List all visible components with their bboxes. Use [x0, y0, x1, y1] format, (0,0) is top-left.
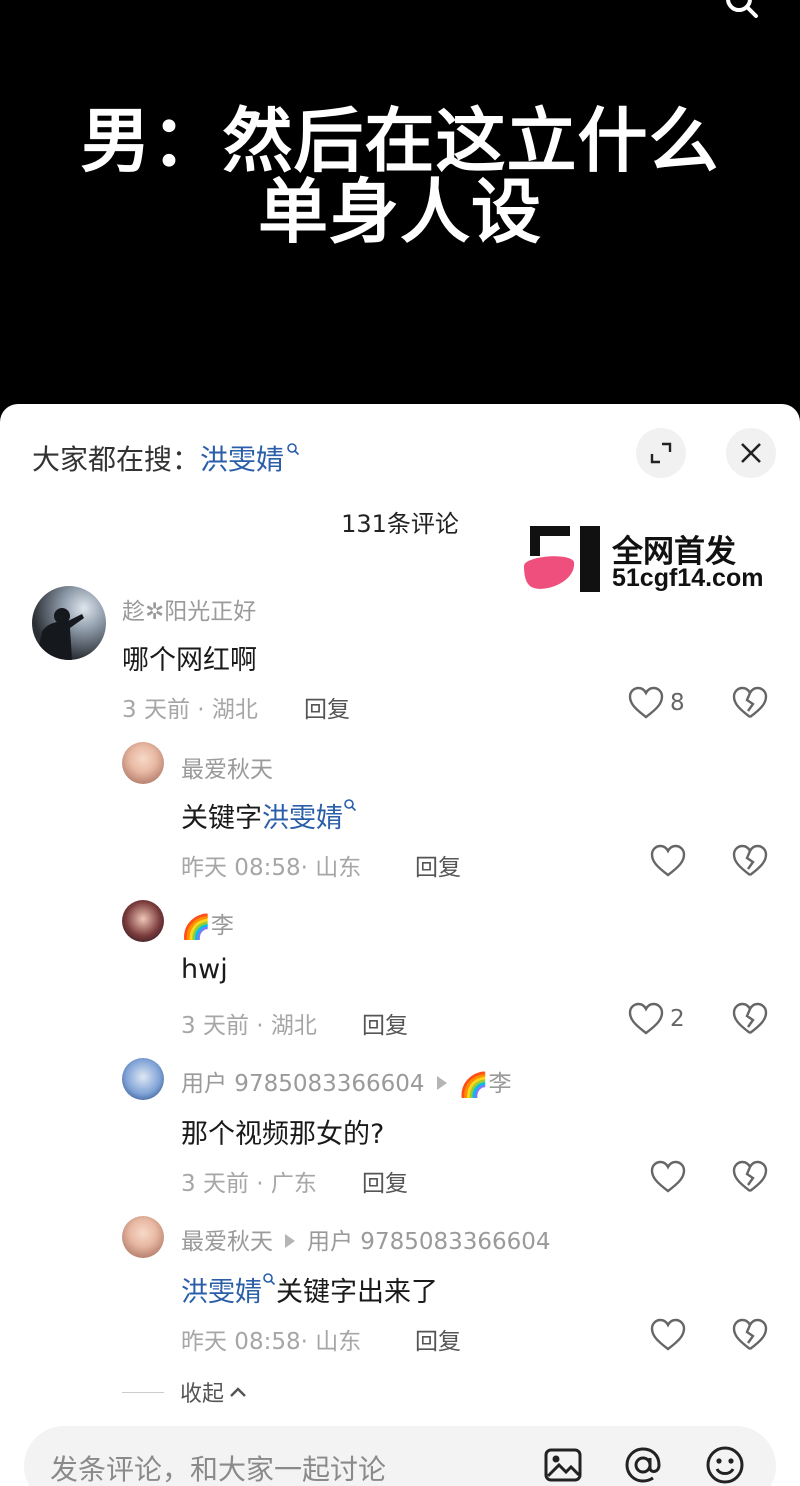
- close-button[interactable]: [726, 428, 776, 478]
- reply-to-name: 用户 9785083366604: [307, 1229, 551, 1255]
- comment-author-emoji: 🌈: [181, 912, 211, 941]
- video-caption-line1: 男：然后在这立什么: [80, 100, 720, 182]
- trending-search-keyword[interactable]: 洪雯婧: [200, 443, 284, 476]
- heart-icon: [628, 686, 664, 719]
- search-icon: [287, 443, 300, 456]
- comments-sheet: 大家都在搜：洪雯婧 131条评论 全网首发 51cgf14.com 趁✲阳光正好…: [0, 404, 800, 1486]
- at-icon[interactable]: [622, 1444, 664, 1486]
- comment-author[interactable]: 🌈李: [181, 906, 234, 941]
- like-button[interactable]: 8: [628, 686, 685, 720]
- trending-search[interactable]: 大家都在搜：洪雯婧: [32, 438, 300, 478]
- emoji-icon[interactable]: [704, 1444, 746, 1486]
- broken-heart-icon[interactable]: [732, 1160, 768, 1194]
- expand-icon: [650, 442, 672, 464]
- comment-text: 关键字洪雯婧: [181, 796, 357, 835]
- comment-author[interactable]: 最爱秋天 用户 9785083366604: [181, 1222, 551, 1256]
- comment-author[interactable]: 最爱秋天: [181, 750, 273, 784]
- comment-keyword[interactable]: 洪雯婧: [181, 1277, 262, 1308]
- comment-input-bar[interactable]: 发条评论，和大家一起讨论: [24, 1426, 776, 1486]
- comment-input[interactable]: 发条评论，和大家一起讨论: [50, 1448, 386, 1486]
- comment-text-prefix: 关键字: [181, 803, 262, 834]
- avatar[interactable]: [122, 900, 164, 942]
- comment-text-suffix: 关键字出来了: [276, 1277, 438, 1308]
- comment-meta: 3 天前 · 湖北: [122, 697, 258, 723]
- like-count: 2: [670, 1006, 685, 1032]
- reply-arrow-icon: [285, 1234, 295, 1248]
- like-button[interactable]: 2: [628, 1002, 685, 1036]
- broken-heart-icon[interactable]: [732, 1318, 768, 1352]
- avatar[interactable]: [122, 742, 164, 784]
- comment-text: 哪个网红啊: [122, 645, 257, 676]
- search-icon[interactable]: [722, 0, 762, 22]
- comment-meta: 昨天 08:58· 山东: [181, 1329, 362, 1355]
- comment-text: 洪雯婧 关键字出来了: [181, 1270, 438, 1309]
- video-caption-line2: 单身人设: [258, 171, 542, 253]
- comment-meta: 3 天前 · 广东: [181, 1171, 317, 1197]
- broken-heart-icon[interactable]: [732, 1002, 768, 1036]
- avatar[interactable]: [122, 1058, 164, 1100]
- reply-arrow-icon: [436, 1076, 447, 1090]
- expand-button[interactable]: [636, 428, 686, 478]
- divider: [122, 1391, 164, 1393]
- reply-button[interactable]: 回复: [415, 848, 461, 882]
- close-icon: [741, 443, 761, 463]
- reply-to-emoji: 🌈: [458, 1070, 489, 1099]
- trending-search-prefix: 大家都在搜：: [32, 443, 201, 476]
- chevron-up-icon: [230, 1387, 246, 1397]
- comment-meta: 3 天前 · 湖北: [181, 1013, 317, 1039]
- comment-keyword[interactable]: 洪雯婧: [262, 803, 343, 834]
- heart-icon[interactable]: [650, 844, 686, 878]
- comment-author[interactable]: 趁✲阳光正好: [122, 592, 256, 626]
- reply-button[interactable]: 回复: [362, 1164, 408, 1198]
- comment-meta: 昨天 08:58· 山东: [181, 855, 362, 881]
- comment-text: 那个视频那女的?: [181, 1119, 385, 1150]
- comment-text: hwj: [181, 954, 228, 985]
- search-icon: [263, 1273, 276, 1286]
- reply-button[interactable]: 回复: [304, 690, 350, 724]
- reply-to-name: 李: [488, 1071, 512, 1097]
- heart-icon[interactable]: [650, 1318, 686, 1352]
- comment-author[interactable]: 用户 9785083366604 🌈李: [181, 1064, 511, 1099]
- reply-button[interactable]: 回复: [362, 1006, 408, 1040]
- avatar[interactable]: [122, 1216, 164, 1258]
- watermark: 全网首发 51cgf14.com: [522, 526, 792, 594]
- avatar[interactable]: [32, 586, 106, 660]
- watermark-line2: 51cgf14.com: [612, 564, 764, 592]
- heart-icon: [628, 1002, 664, 1035]
- comment-author-name: 最爱秋天: [181, 1229, 273, 1255]
- heart-icon[interactable]: [650, 1160, 686, 1194]
- video-area[interactable]: 男：然后在这立什么 单身人设: [0, 0, 800, 405]
- image-icon[interactable]: [542, 1444, 584, 1486]
- comment-author-name: 李: [210, 913, 234, 939]
- avatar-silhouette: [36, 608, 84, 660]
- broken-heart-icon[interactable]: [732, 844, 768, 878]
- watermark-logo: [524, 526, 600, 592]
- comment-author-name: 用户 9785083366604: [181, 1071, 425, 1097]
- collapse-replies-button[interactable]: 收起: [122, 1376, 248, 1408]
- search-icon: [344, 799, 357, 812]
- like-count: 8: [670, 690, 685, 716]
- reply-button[interactable]: 回复: [415, 1322, 461, 1356]
- broken-heart-icon[interactable]: [732, 686, 768, 720]
- collapse-label: 收起: [180, 1382, 225, 1407]
